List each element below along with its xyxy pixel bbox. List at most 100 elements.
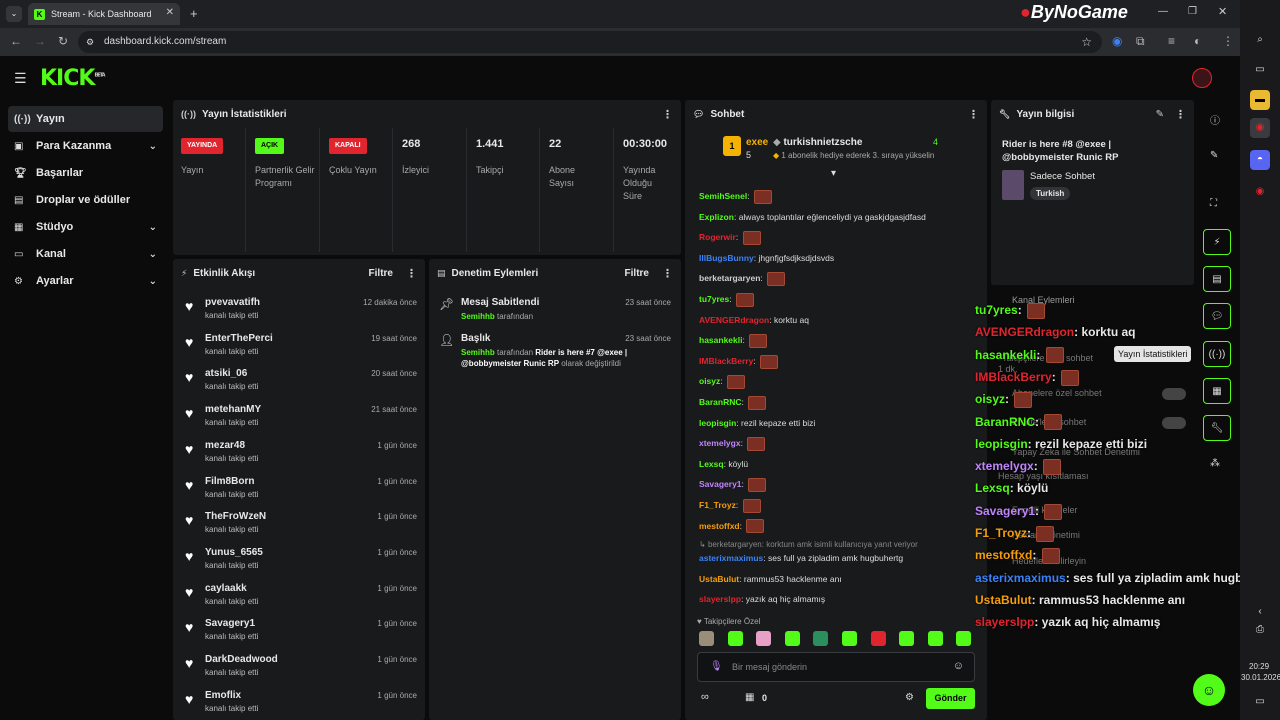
chat-username[interactable]: leopisgin <box>699 418 736 428</box>
chat-username[interactable]: IllBugsBunny <box>699 253 754 263</box>
rail-document-button[interactable]: ▤ <box>1203 266 1231 292</box>
more-options-icon[interactable]: ⋮ <box>406 267 417 280</box>
chat-username[interactable]: leopisgin <box>975 437 1028 451</box>
chat-username[interactable]: mestoffxd <box>699 521 740 531</box>
chat-username[interactable]: Savagery1 <box>699 479 742 489</box>
sidebar-item-kanal[interactable]: ▭ Kanal ⌄ <box>8 241 163 267</box>
chat-settings-icon[interactable]: ⚙ <box>905 692 914 703</box>
app-icon[interactable]: ◉ <box>1250 182 1270 202</box>
puzzle-icon[interactable]: ⧉ <box>1136 34 1145 49</box>
follower-name[interactable]: pvevavatifh <box>205 297 260 308</box>
back-icon[interactable]: ← <box>10 34 22 48</box>
emote-icon[interactable] <box>842 631 857 646</box>
chat-username[interactable]: BaranRNC <box>699 397 742 407</box>
emote-icon[interactable] <box>927 631 943 646</box>
hamburger-menu-icon[interactable]: ☰ <box>14 70 27 87</box>
chrome-icon[interactable]: ◉ <box>1250 118 1270 138</box>
forward-icon[interactable]: → <box>34 34 46 48</box>
toggle-switch[interactable] <box>1162 388 1186 400</box>
tab-menu-icon[interactable]: ⌄ <box>6 6 22 22</box>
chat-username[interactable]: tu7yres <box>975 303 1018 317</box>
chevron-up-icon[interactable]: ‹ <box>1250 602 1270 622</box>
file-explorer-icon[interactable]: ▬ <box>1250 90 1270 110</box>
more-options-icon[interactable]: ⋮ <box>968 108 979 121</box>
fullscreen-icon[interactable]: ⛶ <box>1210 198 1217 209</box>
extension-icon[interactable]: ◉ <box>1112 34 1122 48</box>
chat-username[interactable]: BaranRNC <box>975 415 1035 429</box>
chat-username[interactable]: F1_Troyz <box>975 526 1027 540</box>
rail-lightning-button[interactable]: ⚡︎ <box>1203 229 1231 255</box>
chat-username[interactable]: IMBlackBerry <box>975 370 1052 384</box>
filter-button[interactable]: Filtre <box>369 268 393 279</box>
discord-icon[interactable]: ◓ <box>1250 150 1270 170</box>
rail-wrench-button[interactable]: 🔧︎ <box>1203 415 1231 441</box>
chat-username[interactable]: oisyz <box>975 392 1005 406</box>
rail-studio-button[interactable]: ▦ <box>1203 378 1231 404</box>
chat-username[interactable]: F1_Troyz <box>699 500 736 510</box>
sidebar-item-ayarlar[interactable]: ⚙ Ayarlar ⌄ <box>8 268 163 294</box>
chat-username[interactable]: xtemelygx <box>699 438 741 448</box>
user-avatar[interactable] <box>1192 68 1212 88</box>
kick-logo[interactable]: KICKBETA <box>40 66 106 91</box>
follower-name[interactable]: Yunus_6565 <box>205 547 263 558</box>
emote-icon[interactable] <box>727 631 743 646</box>
chat-username[interactable]: UstaBulut <box>975 593 1032 607</box>
follower-name[interactable]: atsiki_06 <box>205 368 247 379</box>
store-icon[interactable]: ▦ <box>745 692 754 703</box>
chat-username[interactable]: Lexsq <box>699 459 724 469</box>
new-tab-icon[interactable]: + <box>190 6 198 21</box>
chat-username[interactable]: SemihSenel <box>699 191 747 201</box>
site-info-icon[interactable]: ⚙ <box>86 31 94 53</box>
follower-name[interactable]: caylaakk <box>205 583 247 594</box>
emote-icon[interactable] <box>784 631 800 646</box>
more-options-icon[interactable]: ⋮ <box>662 108 673 121</box>
sidebar-item-droplar[interactable]: ▤ Droplar ve ödüller <box>8 187 163 213</box>
follower-name[interactable]: mezar48 <box>205 440 245 451</box>
edit-icon[interactable]: ✎ <box>1156 109 1164 120</box>
chat-username[interactable]: UstaBulut <box>699 574 739 584</box>
chat-username[interactable]: mestoffxd <box>975 548 1032 562</box>
more-options-icon[interactable]: ⋮ <box>1175 108 1186 121</box>
follower-name[interactable]: Film8Born <box>205 476 254 487</box>
emote-icon[interactable] <box>870 631 886 646</box>
browser-tab[interactable]: K Stream - Kick Dashboard ✕ <box>28 3 180 25</box>
emote-icon[interactable] <box>956 631 972 646</box>
channel-points-icon[interactable]: ∞ <box>701 691 709 703</box>
filter-button[interactable]: Filtre <box>625 268 649 279</box>
close-window-icon[interactable]: ✕ <box>1218 5 1227 18</box>
collapse-icon[interactable]: ▾ <box>831 168 836 179</box>
chat-username[interactable]: Lexsq <box>975 481 1010 495</box>
rail-broadcast-button[interactable]: ((·)) <box>1203 341 1231 367</box>
task-view-icon[interactable]: ▭ <box>1250 60 1270 80</box>
emote-icon[interactable] <box>756 631 772 646</box>
add-widget-icon[interactable]: ⁂ <box>1210 458 1220 469</box>
chat-username[interactable]: tu7yres <box>699 294 729 304</box>
bookmark-star-icon[interactable]: ☆ <box>1081 31 1092 53</box>
sidebar-item-basarilar[interactable]: 🏆︎ Başarılar <box>8 160 163 186</box>
restore-icon[interactable]: ❐ <box>1188 6 1197 17</box>
follower-name[interactable]: Emoflix <box>205 690 241 701</box>
sidebar-item-para-kazanma[interactable]: ▣ Para Kazanma ⌄ <box>8 133 163 159</box>
chat-username[interactable]: asterixmaximus <box>699 553 763 563</box>
chat-username[interactable]: asterixmaximus <box>975 571 1066 585</box>
chat-username[interactable]: AVENGERdragon <box>699 315 769 325</box>
profile-icon[interactable]: ◐ <box>1194 34 1201 48</box>
follower-name[interactable]: metehanMY <box>205 404 261 415</box>
chat-username[interactable]: oisyz <box>699 376 720 386</box>
close-tab-icon[interactable]: ✕ <box>166 7 174 18</box>
info-icon[interactable]: ⓘ <box>1210 112 1220 127</box>
chat-username[interactable]: hasankekli <box>975 348 1036 362</box>
help-chat-button[interactable]: ☺ <box>1193 674 1225 706</box>
sidebar-item-studyo[interactable]: ▦ Stüdyo ⌄ <box>8 214 163 240</box>
sidebar-item-yayin[interactable]: ((·)) Yayın <box>8 106 163 132</box>
chat-username[interactable]: slayerslpp <box>699 594 741 604</box>
browser-menu-icon[interactable]: ⋮ <box>1222 34 1234 48</box>
follower-name[interactable]: EnterThePerci <box>205 333 273 344</box>
rail-chat-button[interactable]: 💬︎ <box>1203 303 1231 329</box>
chat-username[interactable]: hasankekli <box>699 335 742 345</box>
emoji-icon[interactable]: ☺ <box>953 660 964 672</box>
media-icon[interactable]: ≡ <box>1168 34 1175 48</box>
chat-username[interactable]: Rogerwir <box>699 232 736 242</box>
chat-input[interactable]: 🎙︎ Bir mesaj gönderin ☺ <box>697 652 975 682</box>
emote-icon[interactable] <box>699 631 714 646</box>
